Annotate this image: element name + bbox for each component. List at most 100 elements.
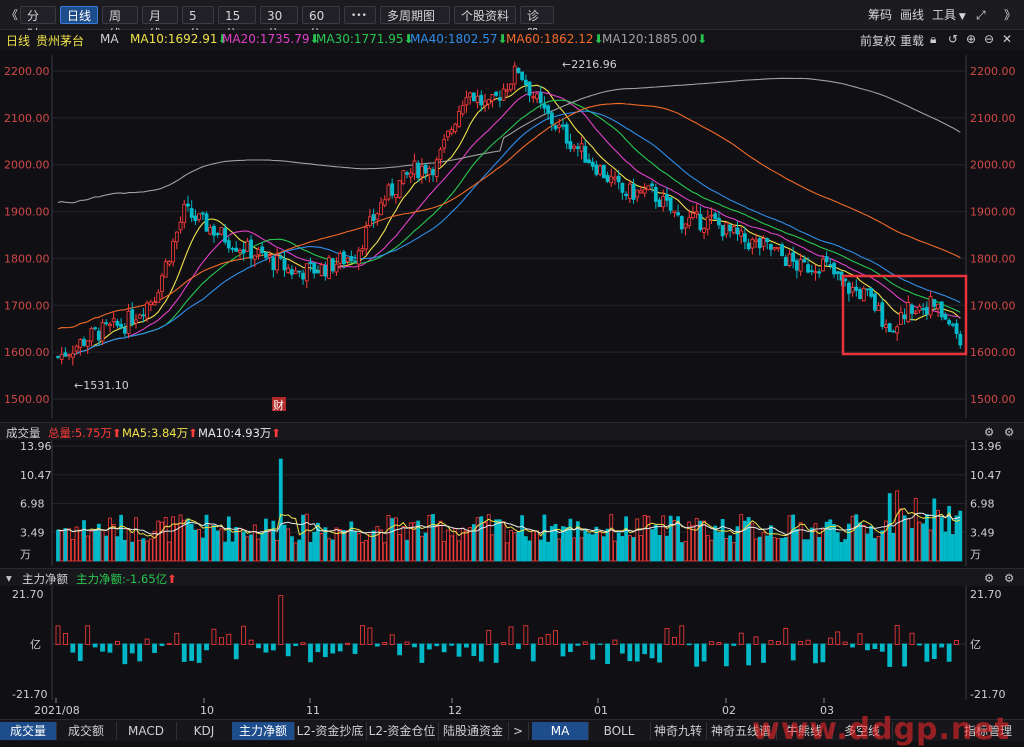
- reload-button[interactable]: 重载: [900, 32, 924, 49]
- candle-body: [869, 288, 874, 297]
- back-icon[interactable]: 《: [6, 6, 18, 24]
- volume-bar: [731, 542, 736, 562]
- volume-chart[interactable]: 13.96 13.96 10.47 10.47 6.98 6.98 3.49 3.49 万 万: [0, 440, 1024, 568]
- candle-body: [821, 258, 825, 272]
- candle-body: [761, 238, 766, 247]
- ma-indicator-name[interactable]: MA: [100, 32, 119, 46]
- candle-body: [119, 323, 124, 328]
- settings-icon[interactable]: ⚙: [1004, 425, 1014, 439]
- tab-td9[interactable]: 神奇九转: [650, 722, 707, 740]
- flow-bar: [523, 625, 529, 645]
- forward-icon[interactable]: 》: [1004, 6, 1016, 24]
- candle-body: [627, 183, 632, 199]
- tab-intraday[interactable]: 分时: [20, 6, 56, 41]
- tab-boll[interactable]: BOLL: [588, 722, 651, 740]
- tab-l2-position[interactable]: L2-资金仓位: [366, 722, 439, 740]
- draw-line-button[interactable]: 画线: [900, 6, 924, 24]
- candle-body: [579, 143, 584, 152]
- flow-bar: [263, 643, 269, 653]
- tab-60min[interactable]: 60分: [302, 6, 340, 41]
- candle-body: [913, 311, 918, 314]
- volume-tick-left: 3.49: [20, 526, 45, 539]
- undo-icon[interactable]: ↺: [948, 32, 958, 46]
- volume-bar: [958, 510, 963, 562]
- tab-5min[interactable]: 5分: [182, 6, 214, 41]
- ma30-line: [57, 99, 961, 358]
- scroll-right-icon[interactable]: >: [508, 722, 529, 740]
- candle-body: [171, 240, 176, 263]
- tab-volume[interactable]: 成交量: [0, 722, 57, 740]
- settings-icon[interactable]: ⚙: [984, 425, 994, 439]
- volume-ma5-text: MA5:3.84万: [122, 426, 189, 440]
- more-periods-button[interactable]: •••: [344, 6, 376, 24]
- flow-bar: [783, 628, 789, 645]
- flow-bar: [493, 643, 499, 663]
- volume-bar: [226, 516, 231, 562]
- tab-main-flow[interactable]: 主力净额: [232, 722, 295, 740]
- date-label: 01: [594, 704, 608, 717]
- flow-title[interactable]: 主力净额: [22, 571, 68, 587]
- volume-bar: [386, 515, 391, 562]
- volume-bar: [290, 536, 294, 562]
- flow-bar: [174, 632, 180, 645]
- tools-dropdown[interactable]: 工具 ▼: [932, 6, 966, 24]
- tab-daily[interactable]: 日线: [60, 6, 98, 24]
- flow-bar: [946, 643, 952, 662]
- candlestick-chart[interactable]: 2200.00 2200.00 2100.00 2100.00 2000.00 2000.…: [0, 50, 1024, 422]
- volume-bar: [89, 530, 94, 562]
- stock-info-button[interactable]: 个股资料: [454, 6, 516, 24]
- candle-body: [471, 92, 476, 102]
- candle-body: [802, 259, 807, 263]
- candle-body: [312, 262, 317, 274]
- candle-body: [252, 255, 257, 260]
- flow-bar: [530, 643, 536, 662]
- tab-ma[interactable]: MA: [532, 722, 589, 740]
- tab-15min[interactable]: 15分: [218, 6, 256, 41]
- zoom-out-icon[interactable]: ⊖: [984, 32, 994, 46]
- multi-period-dropdown[interactable]: 多周期图 ▼: [380, 6, 450, 41]
- candle-body: [854, 286, 859, 291]
- candle-body: [497, 97, 502, 101]
- zoom-in-icon[interactable]: ⊕: [966, 32, 976, 46]
- lock-icon[interactable]: 🔒︎: [930, 32, 936, 47]
- adjust-button[interactable]: 前复权: [860, 32, 896, 49]
- fullscreen-icon[interactable]: ⤢: [976, 6, 986, 24]
- candle-body: [891, 330, 896, 333]
- tab-macd[interactable]: MACD: [116, 722, 177, 740]
- fund-flow-chart[interactable]: 21.70 21.70 亿 亿 -21.70 -21.70 2021/08 10 11 12 01…: [0, 586, 1024, 719]
- flow-bar: [456, 643, 462, 657]
- volume-bar: [527, 540, 532, 562]
- tab-monthly[interactable]: 月线: [142, 6, 178, 41]
- close-icon[interactable]: ✕: [1002, 32, 1012, 46]
- flow-bar: [308, 643, 313, 663]
- settings-icon[interactable]: ⚙: [1004, 571, 1014, 585]
- candle-body: [174, 231, 179, 243]
- candle-body: [932, 299, 937, 307]
- tab-turnover[interactable]: 成交额: [56, 722, 117, 740]
- collapse-icon[interactable]: ▾: [6, 571, 12, 585]
- candle-body: [85, 340, 90, 347]
- tab-kdj[interactable]: KDJ: [176, 722, 233, 740]
- candle-body: [431, 169, 435, 176]
- tab-30min[interactable]: 30分: [260, 6, 298, 41]
- flow-bar: [55, 625, 61, 645]
- chips-button[interactable]: 筹码: [868, 6, 892, 24]
- candle-body: [390, 183, 395, 196]
- volume-bar: [531, 530, 536, 562]
- candle-body: [694, 211, 699, 215]
- tab-weekly[interactable]: 周线: [102, 6, 138, 41]
- flow-bar: [872, 643, 878, 649]
- candle-body: [724, 222, 729, 235]
- volume-bar: [720, 519, 725, 562]
- candle-body: [70, 353, 75, 358]
- candle-body: [148, 301, 153, 305]
- tab-northbound[interactable]: 陆股通资金: [438, 722, 509, 740]
- tab-l2-bottom[interactable]: L2-资金抄底: [294, 722, 367, 740]
- settings-icon[interactable]: ⚙: [984, 571, 994, 585]
- candle-body: [542, 103, 547, 109]
- ma10-line: [57, 84, 961, 358]
- volume-title[interactable]: 成交量: [6, 425, 41, 441]
- volume-bar: [646, 515, 651, 562]
- diagnose-button[interactable]: 诊股: [520, 6, 554, 41]
- volume-bar: [501, 521, 506, 562]
